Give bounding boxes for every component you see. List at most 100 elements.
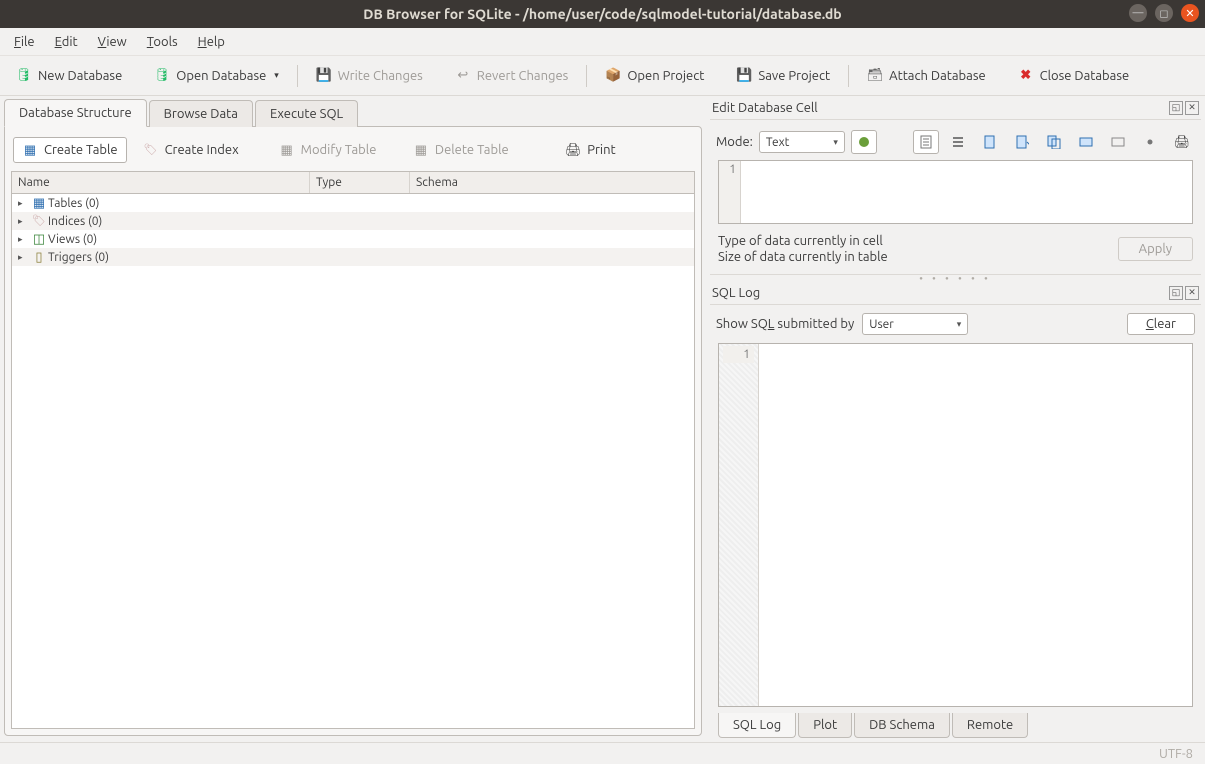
expand-icon[interactable]: ▸ — [18, 198, 30, 209]
structure-panel: Create Table Create Index Modify Table ▾… — [4, 126, 702, 736]
panel-close-button[interactable]: ✕ — [1185, 101, 1199, 115]
menu-edit[interactable]: Edit — [47, 31, 86, 53]
chevron-down-icon: ▾ — [833, 137, 838, 148]
bottom-tab-plot[interactable]: Plot — [798, 713, 852, 738]
tab-browse-data[interactable]: Browse Data — [149, 100, 253, 127]
toolbar-separator — [586, 65, 587, 87]
apply-button[interactable]: Apply — [1118, 237, 1193, 261]
attach-database-button[interactable]: Attach Database — [861, 64, 992, 88]
content-area: Database Structure Browse Data Execute S… — [0, 96, 1205, 742]
copy-icon — [1047, 135, 1061, 149]
export-button[interactable] — [1009, 130, 1035, 154]
print-icon — [565, 142, 581, 158]
editor-content[interactable] — [741, 161, 1192, 223]
toolbar-separator — [297, 65, 298, 87]
text-view-button[interactable] — [913, 130, 939, 154]
print-icon — [1174, 134, 1190, 150]
minimize-button[interactable]: — — [1129, 4, 1147, 22]
export-icon — [1015, 135, 1029, 149]
log-content[interactable] — [759, 344, 1192, 706]
print-button[interactable]: Print — [557, 138, 623, 162]
tab-execute-sql[interactable]: Execute SQL — [255, 100, 358, 127]
tree-row-tables[interactable]: ▸ Tables (0) — [12, 194, 694, 212]
close-database-button[interactable]: Close Database — [1012, 64, 1136, 88]
maximize-button[interactable]: ◻ — [1155, 4, 1173, 22]
bottom-tab-db-schema[interactable]: DB Schema — [854, 713, 950, 738]
mode-select[interactable]: Text ▾ — [759, 131, 845, 153]
sql-log-editor[interactable]: 1 — [718, 343, 1193, 707]
column-header-name[interactable]: Name — [12, 172, 310, 193]
edit-cell-toolbar: Mode: Text ▾ — [710, 120, 1201, 160]
close-window-button[interactable]: ✕ — [1181, 4, 1199, 22]
indent-icon — [857, 135, 871, 149]
format-button[interactable] — [945, 130, 971, 154]
bottom-tabs: SQL Log Plot DB Schema Remote — [710, 713, 1201, 742]
document-icon — [919, 135, 933, 149]
undock-button[interactable]: ◱ — [1169, 101, 1183, 115]
import-button[interactable] — [977, 130, 1003, 154]
null-icon — [1079, 135, 1093, 149]
undock-button[interactable]: ◱ — [1169, 286, 1183, 300]
tab-database-structure[interactable]: Database Structure — [4, 99, 147, 127]
revert-changes-button[interactable]: Revert Changes — [449, 64, 575, 88]
mode-label: Mode: — [716, 135, 753, 149]
create-table-button[interactable]: Create Table — [13, 137, 127, 163]
cell-size-status: Size of data currently in table — [718, 250, 888, 264]
column-header-type[interactable]: Type — [310, 172, 410, 193]
cell-editor[interactable]: 1 — [718, 160, 1193, 224]
tree-header: Name Type Schema — [12, 172, 694, 194]
window-controls: — ◻ ✕ — [1129, 4, 1199, 22]
dot-button[interactable] — [1137, 130, 1163, 154]
title-bar: DB Browser for SQLite - /home/user/code/… — [0, 0, 1205, 28]
null-button[interactable] — [1073, 130, 1099, 154]
expand-icon[interactable]: ▸ — [18, 252, 30, 263]
database-new-icon — [16, 68, 32, 84]
open-project-button[interactable]: Open Project — [599, 64, 710, 88]
bottom-tab-sql-log[interactable]: SQL Log — [718, 713, 796, 738]
column-header-schema[interactable]: Schema — [410, 172, 694, 193]
panel-close-button[interactable]: ✕ — [1185, 286, 1199, 300]
edit-cell-panel: Edit Database Cell ◱ ✕ Mode: Text ▾ — [710, 96, 1201, 275]
tree-row-indices[interactable]: ▸ Indices (0) — [12, 212, 694, 230]
project-open-icon — [605, 68, 621, 84]
table-icon — [30, 195, 48, 211]
dot-icon — [1143, 135, 1157, 149]
sql-log-panel: SQL Log ◱ ✕ Show SQL submitted by User ▾… — [710, 281, 1201, 742]
create-index-button[interactable]: Create Index — [135, 138, 247, 162]
toolbar-separator — [848, 65, 849, 87]
menu-tools[interactable]: Tools — [139, 31, 186, 53]
menu-help[interactable]: Help — [190, 31, 233, 53]
show-sql-label: Show SQL submitted by — [716, 317, 854, 331]
print-cell-button[interactable] — [1169, 130, 1195, 154]
indent-button[interactable] — [851, 130, 877, 154]
copy-button[interactable] — [1041, 130, 1067, 154]
menu-view[interactable]: View — [90, 31, 135, 53]
save-project-button[interactable]: Save Project — [730, 64, 836, 88]
schema-tree[interactable]: Name Type Schema ▸ Tables (0) ▸ Indices … — [11, 171, 695, 729]
index-icon — [143, 142, 159, 158]
modify-table-button[interactable]: Modify Table ▾ — [271, 138, 397, 162]
expand-icon[interactable]: ▸ — [18, 234, 30, 245]
bottom-tab-remote[interactable]: Remote — [952, 713, 1028, 738]
tree-row-views[interactable]: ▸ Views (0) — [12, 230, 694, 248]
open-database-button[interactable]: Open Database ▾ — [148, 64, 285, 88]
menu-file[interactable]: File — [6, 31, 43, 53]
blob-button[interactable] — [1105, 130, 1131, 154]
clear-button[interactable]: Clear — [1127, 313, 1195, 335]
right-pane: Edit Database Cell ◱ ✕ Mode: Text ▾ — [706, 96, 1205, 742]
tree-row-triggers[interactable]: ▸ Triggers (0) — [12, 248, 694, 266]
chevron-down-icon: ▾ — [957, 319, 962, 330]
new-database-button[interactable]: New Database — [10, 64, 128, 88]
expand-icon[interactable]: ▸ — [18, 216, 30, 227]
main-tabs: Database Structure Browse Data Execute S… — [4, 96, 702, 126]
cell-status-area: Type of data currently in cell Size of d… — [710, 224, 1201, 266]
sql-log-toolbar: Show SQL submitted by User ▾ Clear — [710, 305, 1201, 343]
write-changes-button[interactable]: Write Changes — [310, 64, 429, 88]
trigger-icon — [30, 249, 48, 265]
import-icon — [983, 135, 997, 149]
submitted-by-select[interactable]: User ▾ — [862, 313, 968, 335]
left-pane: Database Structure Browse Data Execute S… — [0, 96, 706, 742]
delete-table-button[interactable]: Delete Table ▾ — [405, 138, 529, 162]
window-title: DB Browser for SQLite - /home/user/code/… — [363, 6, 841, 22]
main-toolbar: New Database Open Database ▾ Write Chang… — [0, 56, 1205, 96]
